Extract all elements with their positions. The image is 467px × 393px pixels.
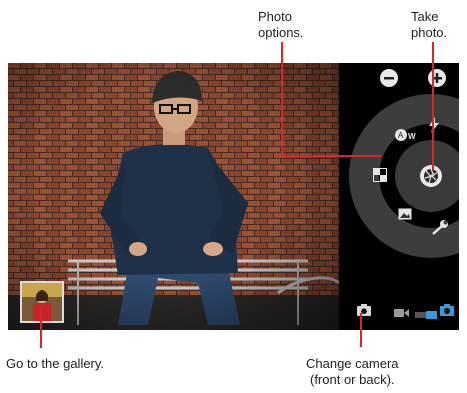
callout-change-camera: Change camera (front or back).: [306, 356, 399, 387]
gallery-thumbnail[interactable]: [20, 281, 64, 323]
callout-take-photo: Take photo.: [411, 9, 448, 40]
scene-mode-button[interactable]: [373, 168, 387, 182]
zoom-in-button[interactable]: [427, 68, 447, 88]
callout-photo-options: Photo options.: [258, 9, 304, 40]
camera-mode-button[interactable]: [440, 303, 454, 317]
picture-effects-button[interactable]: [398, 207, 412, 220]
slider-track: [415, 311, 437, 319]
gallery-thumbnail-image: [22, 283, 62, 321]
picture-effects-icon: [398, 208, 412, 220]
shutter-icon: [420, 165, 442, 187]
shutter-button[interactable]: [419, 164, 443, 188]
gallery-pointer: [40, 308, 42, 348]
switch-camera-button[interactable]: [356, 303, 372, 317]
video-mode-button[interactable]: [394, 305, 410, 317]
flash-button[interactable]: [427, 117, 441, 133]
callout-gallery: Go to the gallery.: [6, 356, 105, 371]
white-balance-button[interactable]: A W: [394, 127, 420, 143]
settings-button[interactable]: [431, 220, 449, 236]
mode-toggle-slider[interactable]: [415, 306, 437, 319]
camera-control-panel: A W: [339, 63, 459, 330]
scene-mode-icon: [373, 168, 387, 182]
wrench-icon: [432, 220, 448, 235]
svg-text:A: A: [398, 131, 404, 140]
switch-camera-icon: [357, 304, 371, 316]
photo-options-pointer-h: [281, 155, 381, 157]
white-balance-auto-icon: A W: [395, 129, 416, 141]
minus-icon: [380, 69, 398, 87]
plus-icon: [428, 69, 446, 87]
zoom-out-button[interactable]: [379, 68, 399, 88]
take-photo-pointer: [432, 42, 434, 170]
svg-text:W: W: [408, 132, 416, 141]
photo-options-pointer-v: [281, 42, 283, 157]
viewfinder[interactable]: [8, 63, 339, 330]
control-wheel: [349, 94, 459, 258]
video-camera-icon: [394, 309, 409, 317]
camera-screen: A W: [8, 63, 459, 330]
change-camera-pointer: [360, 313, 362, 347]
flash-icon: [429, 117, 439, 133]
still-camera-icon: [440, 304, 454, 316]
